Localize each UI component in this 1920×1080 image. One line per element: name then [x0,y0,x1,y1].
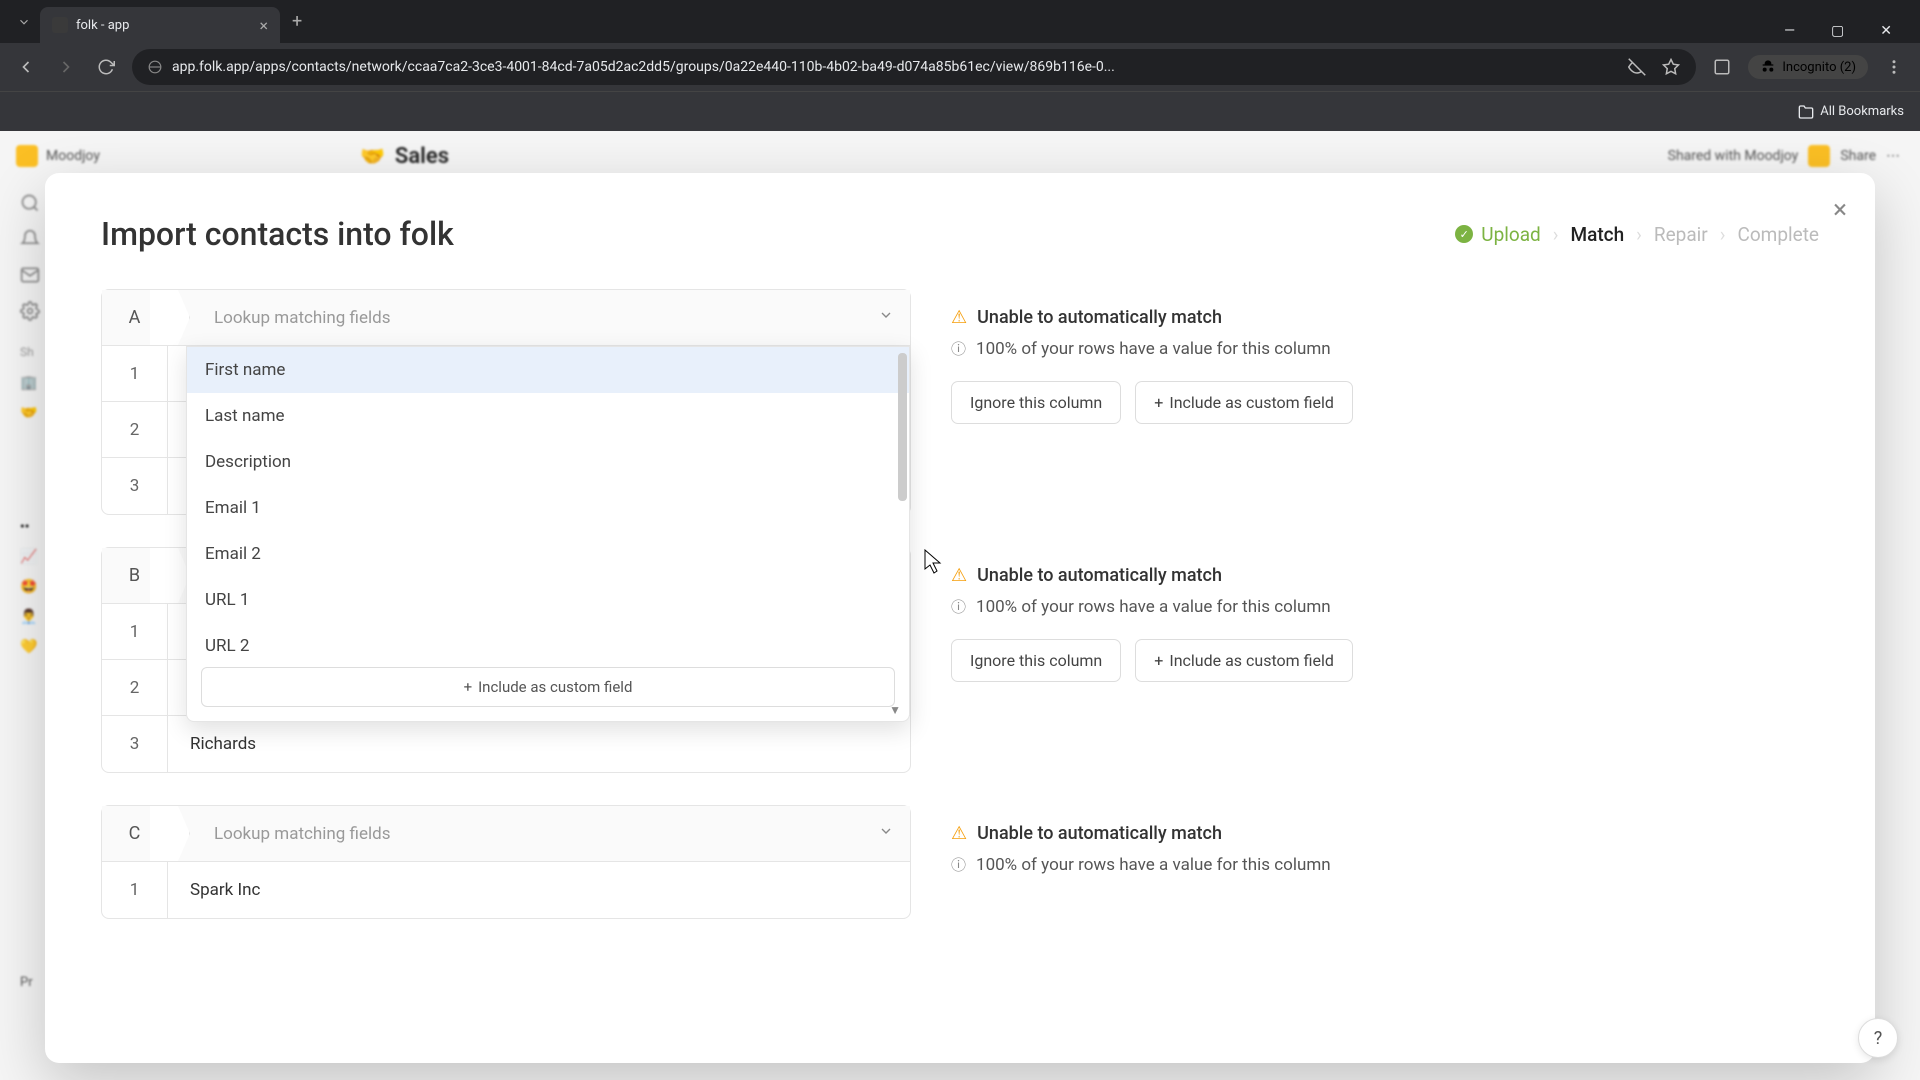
tab-dropdown-button[interactable] [8,6,40,38]
column-card-a: A Lookup matching fields [101,289,1819,515]
plus-icon: + [1154,651,1163,670]
row-number: 3 [102,716,168,772]
nav-forward-button[interactable] [52,53,80,81]
cell-value: Richards [168,716,910,772]
incognito-icon [1760,59,1776,75]
plus-icon: + [464,678,473,696]
row-number: 3 [102,458,168,514]
row-number: 2 [102,660,168,715]
url-bar-row: app.folk.app/apps/contacts/network/ccaa7… [0,43,1920,91]
chevron-right-icon: › [1720,223,1726,246]
include-custom-button[interactable]: +Include as custom field [1135,381,1353,424]
dropdown-item-first-name[interactable]: First name [187,347,909,393]
dropdown-item-email-1[interactable]: Email 1 [187,485,909,531]
cell-value: Spark Inc [168,862,910,918]
url-text: app.folk.app/apps/contacts/network/ccaa7… [172,59,1618,75]
stepper: ✓ Upload › Match › Repair › Complete [1455,223,1819,246]
browser-tab-strip: folk - app × + — ▢ ✕ [0,0,1920,43]
bookmarks-bar: All Bookmarks [0,91,1920,131]
modal-overlay: × Import contacts into folk ✓ Upload › M… [0,131,1920,1080]
step-complete: Complete [1737,223,1819,246]
table-row: 1 Spark Inc [102,862,910,918]
chevron-down-icon [878,307,894,328]
column-card-c: C Lookup matching fields [101,805,1819,919]
chevron-down-icon [878,823,894,844]
tab-title: folk - app [76,18,129,33]
warning-icon: ⚠ [951,307,967,328]
row-number: 1 [102,862,168,918]
status-hundred-label: 100% of your rows have a value for this … [976,597,1331,617]
folder-icon [1798,104,1814,120]
all-bookmarks-button[interactable]: All Bookmarks [1798,104,1904,120]
scrollbar-thumb[interactable] [898,353,907,501]
status-unable-label: Unable to automatically match [977,823,1222,844]
warning-icon: ⚠ [951,565,967,586]
chrome-menu-button[interactable] [1880,53,1908,81]
maximize-button[interactable]: ▢ [1823,19,1852,43]
url-field[interactable]: app.folk.app/apps/contacts/network/ccaa7… [132,49,1696,85]
step-upload: ✓ Upload [1455,223,1541,246]
nav-back-button[interactable] [12,53,40,81]
new-tab-button[interactable]: + [280,11,314,32]
incognito-badge[interactable]: Incognito (2) [1748,55,1868,79]
dropdown-item-last-name[interactable]: Last name [187,393,909,439]
dropdown-item-email-2[interactable]: Email 2 [187,531,909,577]
info-icon: ⓘ [951,596,966,617]
status-hundred-label: 100% of your rows have a value for this … [976,339,1331,359]
dropdown-item-description[interactable]: Description [187,439,909,485]
row-number: 1 [102,346,168,401]
extensions-icon[interactable] [1708,53,1736,81]
info-icon: ⓘ [951,338,966,359]
status-unable-label: Unable to automatically match [977,307,1222,328]
browser-tab[interactable]: folk - app × [40,7,280,43]
preview-table-a: A Lookup matching fields [101,289,911,515]
bookmark-star-icon[interactable] [1662,58,1680,76]
dropdown-item-url-2[interactable]: URL 2 [187,623,909,657]
chevron-right-icon: › [1553,223,1559,246]
site-info-icon[interactable] [148,60,162,74]
status-unable-label: Unable to automatically match [977,565,1222,586]
warning-icon: ⚠ [951,823,967,844]
plus-icon: + [1154,393,1163,412]
status-hundred-label: 100% of your rows have a value for this … [976,855,1331,875]
preview-table-c: C Lookup matching fields [101,805,911,919]
row-number: 2 [102,402,168,457]
window-close-button[interactable]: ✕ [1872,19,1900,43]
modal-title: Import contacts into folk [101,215,454,253]
eye-off-icon[interactable] [1628,58,1646,76]
scroll-down-indicator[interactable]: ▼ [889,703,901,717]
minimize-button[interactable]: — [1776,19,1803,43]
check-icon: ✓ [1455,225,1473,243]
lookup-dropdown: First name Last name Description Email 1… [186,346,910,722]
lookup-select-a[interactable]: Lookup matching fields [198,298,910,338]
row-number: 1 [102,604,168,659]
include-custom-button[interactable]: +Include as custom field [1135,639,1353,682]
reload-button[interactable] [92,53,120,81]
step-repair: Repair [1654,223,1708,246]
ignore-column-button[interactable]: Ignore this column [951,381,1121,424]
dropdown-include-custom-button[interactable]: + Include as custom field [201,667,895,707]
table-row: 3 Richards [102,716,910,772]
info-icon: ⓘ [951,854,966,875]
lookup-select-c[interactable]: Lookup matching fields [198,814,910,854]
window-controls: — ▢ ✕ [1776,19,1912,43]
dropdown-item-url-1[interactable]: URL 1 [187,577,909,623]
tab-close-button[interactable]: × [259,16,268,35]
import-modal: × Import contacts into folk ✓ Upload › M… [45,173,1875,1063]
help-fab[interactable]: ? [1858,1018,1898,1058]
chevron-right-icon: › [1636,223,1642,246]
modal-close-button[interactable]: × [1833,195,1847,225]
tab-favicon [52,17,68,33]
step-match: Match [1571,223,1625,246]
ignore-column-button[interactable]: Ignore this column [951,639,1121,682]
